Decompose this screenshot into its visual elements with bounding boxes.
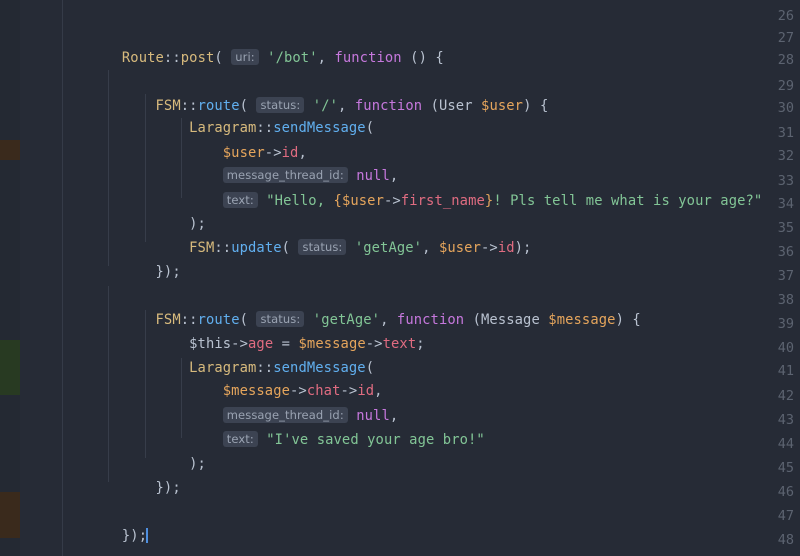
code-line-28[interactable] bbox=[63, 50, 800, 70]
vcs-marker-modified[interactable] bbox=[0, 140, 20, 160]
code-line-29[interactable]: FSM::route( status: '/', function (User … bbox=[63, 76, 800, 114]
code-line-47[interactable]: }); bbox=[63, 506, 800, 544]
code-line-26[interactable] bbox=[63, 6, 800, 26]
code-line-38[interactable]: FSM::route( status: 'getAge', function (… bbox=[63, 290, 800, 328]
vcs-marker-strip[interactable] bbox=[0, 0, 20, 556]
vcs-marker-modified-2[interactable] bbox=[0, 492, 20, 538]
code-line-43[interactable]: text: "I've saved your age bro!" bbox=[63, 410, 800, 448]
code-line-40[interactable]: Laragram::sendMessage( bbox=[63, 338, 800, 376]
code-line-45[interactable]: }); bbox=[63, 458, 800, 496]
code-line-42[interactable]: message_thread_id: null, bbox=[63, 386, 800, 424]
gutter-separator bbox=[62, 0, 63, 556]
code-line-35[interactable]: FSM::update( status: 'getAge', $user->id… bbox=[63, 218, 800, 256]
code-line-48[interactable] bbox=[63, 530, 800, 550]
code-editor-window: 26 27 28 29 30 31 32 33 34 35 36 37 38 3… bbox=[0, 0, 800, 556]
code-line-27[interactable]: Route::post( uri: '/bot', function () { bbox=[63, 28, 800, 66]
code-line-32[interactable]: message_thread_id: null, bbox=[63, 146, 800, 184]
code-line-33[interactable]: text: "Hello, {$user->first_name}! Pls t… bbox=[63, 171, 800, 209]
code-content-area[interactable]: Route::post( uri: '/bot', function () { … bbox=[63, 0, 800, 556]
vcs-marker-added[interactable] bbox=[0, 340, 20, 395]
code-line-36[interactable]: }); bbox=[63, 242, 800, 280]
code-line-44[interactable]: ); bbox=[63, 434, 800, 472]
code-line-39[interactable]: $this->age = $message->text; bbox=[63, 314, 800, 352]
code-line-34[interactable]: ); bbox=[63, 194, 800, 232]
code-line-46[interactable] bbox=[63, 482, 800, 502]
code-line-37[interactable] bbox=[63, 266, 800, 286]
code-line-31[interactable]: $user->id, bbox=[63, 123, 800, 161]
code-line-41[interactable]: $message->chat->id, bbox=[63, 361, 800, 399]
line-number-gutter[interactable] bbox=[20, 0, 62, 556]
code-line-30[interactable]: Laragram::sendMessage( bbox=[63, 98, 800, 136]
